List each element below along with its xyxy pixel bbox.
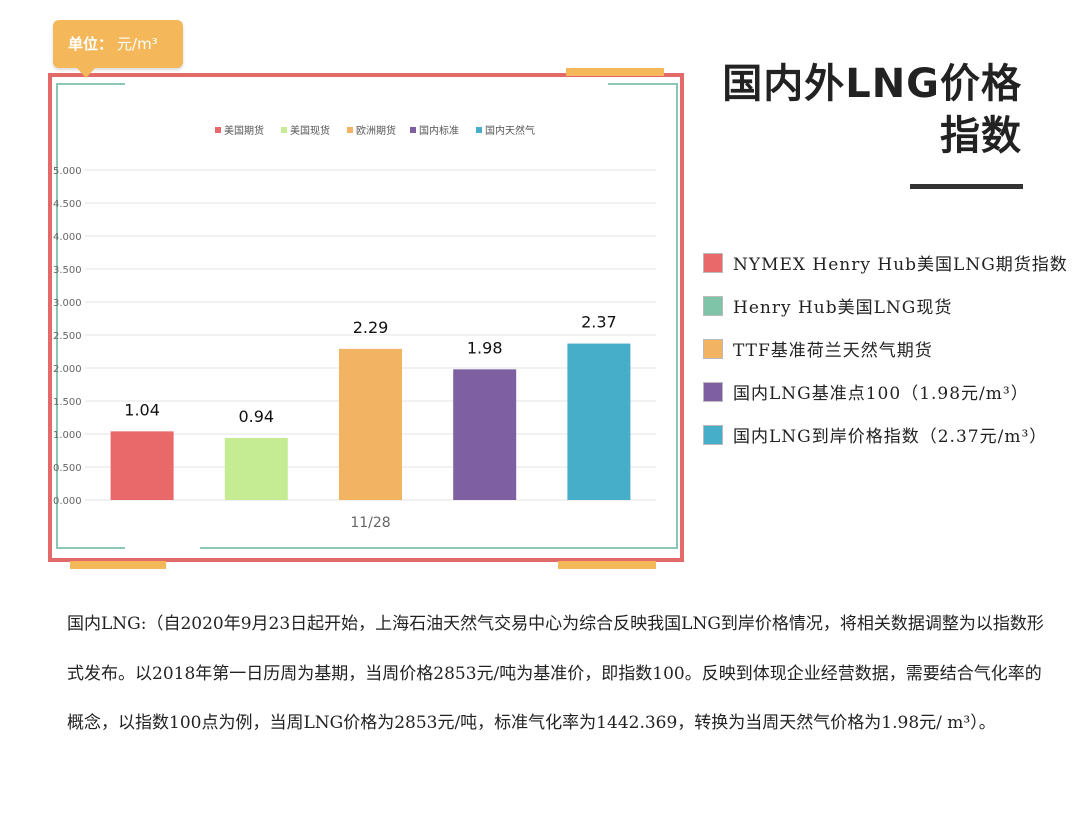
- bar: [110, 431, 174, 500]
- y-tick-label: 4.500: [53, 199, 82, 210]
- data-label: 1.98: [467, 338, 503, 357]
- series-swatch: [703, 339, 723, 359]
- x-axis-label: 11/28: [350, 515, 390, 531]
- legend-label: 美国期货: [224, 124, 264, 137]
- legend-label: 国内标准: [419, 124, 459, 137]
- series-description-text: NYMEX Henry Hub美国LNG期货指数: [733, 255, 1068, 275]
- legend-label: 欧洲期货: [356, 124, 396, 137]
- series-description: 国内LNG到岸价格指数（2.37元/m³）: [700, 422, 1072, 453]
- series-description: Henry Hub美国LNG现货: [700, 293, 1072, 324]
- legend-label: 美国现货: [290, 124, 330, 137]
- series-description: 国内LNG基准点100（1.98元/m³）: [700, 379, 1072, 410]
- bar: [339, 348, 402, 500]
- series-swatch: [703, 382, 723, 402]
- y-tick-label: 0.000: [53, 496, 82, 507]
- series-description-text: Henry Hub美国LNG现货: [733, 298, 953, 318]
- series-swatch: [703, 296, 723, 316]
- series-swatch: [703, 425, 723, 445]
- y-tick-label: 4.000: [53, 232, 82, 243]
- y-tick-label: 5.000: [53, 166, 82, 177]
- series-description-list: NYMEX Henry Hub美国LNG期货指数 Henry Hub美国LNG现货…: [700, 250, 1072, 465]
- data-label: 2.29: [353, 318, 389, 337]
- unit-label: 单位：: [68, 35, 114, 53]
- y-tick-label: 3.000: [53, 298, 82, 309]
- unit-value: 元/m³: [117, 35, 158, 53]
- bar-chart: 0.000 0.500 1.000 1.500 2.000 2.500 3.000 3.500…: [53, 83, 678, 549]
- legend-swatch: [347, 127, 353, 133]
- explanation-paragraph: 国内LNG:（自2020年9月23日起开始，上海石油天然气交易中心为综合反映我国…: [67, 614, 1044, 733]
- unit-tag: 单位： 元/m³: [53, 20, 183, 78]
- y-tick-label: 0.500: [53, 463, 82, 474]
- series-swatch: [703, 253, 723, 273]
- series-description: NYMEX Henry Hub美国LNG期货指数: [700, 250, 1072, 281]
- bar: [453, 369, 517, 500]
- data-label: 1.04: [124, 400, 160, 419]
- y-tick-label: 1.000: [53, 430, 82, 441]
- page-title: 国内外LNG价格指数: [722, 61, 1022, 159]
- legend-label: 国内天然气: [485, 124, 535, 137]
- series-description-text: 国内LNG基准点100（1.98元/m³）: [733, 384, 1029, 404]
- data-label: 2.37: [581, 313, 617, 332]
- legend-swatch: [476, 127, 482, 133]
- series-description-text: 国内LNG到岸价格指数（2.37元/m³）: [733, 427, 1048, 447]
- data-label: 0.94: [238, 407, 274, 426]
- y-tick-label: 3.500: [53, 265, 82, 276]
- legend-swatch: [215, 127, 221, 133]
- series-description: TTF基准荷兰天然气期货: [700, 336, 1072, 367]
- y-tick-label: 2.000: [53, 364, 82, 375]
- legend-swatch: [410, 127, 416, 133]
- y-tick-label: 1.500: [53, 397, 82, 408]
- series-description-text: TTF基准荷兰天然气期货: [733, 341, 933, 361]
- title-underline: [910, 184, 1023, 189]
- bar: [224, 437, 288, 500]
- y-tick-label: 2.500: [53, 331, 82, 342]
- bar: [567, 343, 631, 500]
- legend-swatch: [281, 127, 287, 133]
